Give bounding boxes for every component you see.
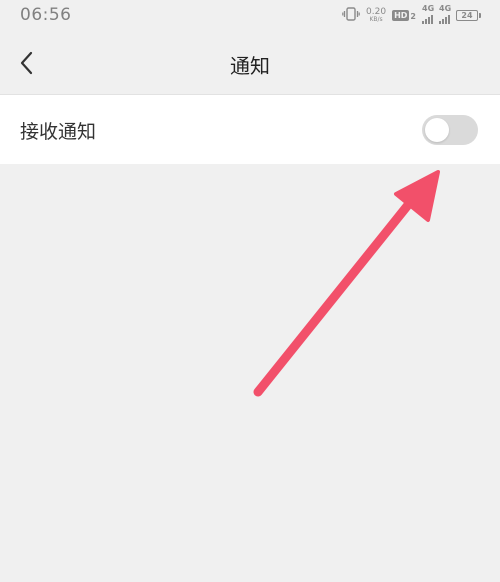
signal-icon-sim1: 4G <box>422 4 435 24</box>
status-bar: 06:56 0.20 KB/s HD 2 4G 4G 24 <box>0 0 500 32</box>
setting-label: 接收通知 <box>20 121 97 143</box>
network-speed-value: 0.20 <box>366 6 387 17</box>
receive-notifications-toggle[interactable] <box>422 115 478 145</box>
setting-row-receive-notifications: 接收通知 <box>0 95 500 164</box>
battery-level: 24 <box>461 11 473 20</box>
hd-sub: 2 <box>410 12 416 21</box>
nav-bar: 通知 <box>0 32 500 94</box>
vibrate-icon <box>342 6 360 25</box>
network-speed-unit: KB/s <box>369 15 383 23</box>
hd-label: HD <box>392 10 410 21</box>
battery-icon: 24 <box>456 10 481 21</box>
toggle-knob <box>425 118 449 142</box>
hd-voice-icon: HD 2 <box>392 10 416 21</box>
signal-icon-sim2: 4G <box>439 4 452 24</box>
network-speed: 0.20 KB/s <box>366 6 387 24</box>
status-icons: 0.20 KB/s HD 2 4G 4G 24 <box>342 4 481 25</box>
signal-label-sim2: 4G <box>439 4 452 13</box>
page-title: 通知 <box>230 54 270 78</box>
status-time: 06:56 <box>20 5 72 25</box>
signal-label-sim1: 4G <box>422 4 435 13</box>
